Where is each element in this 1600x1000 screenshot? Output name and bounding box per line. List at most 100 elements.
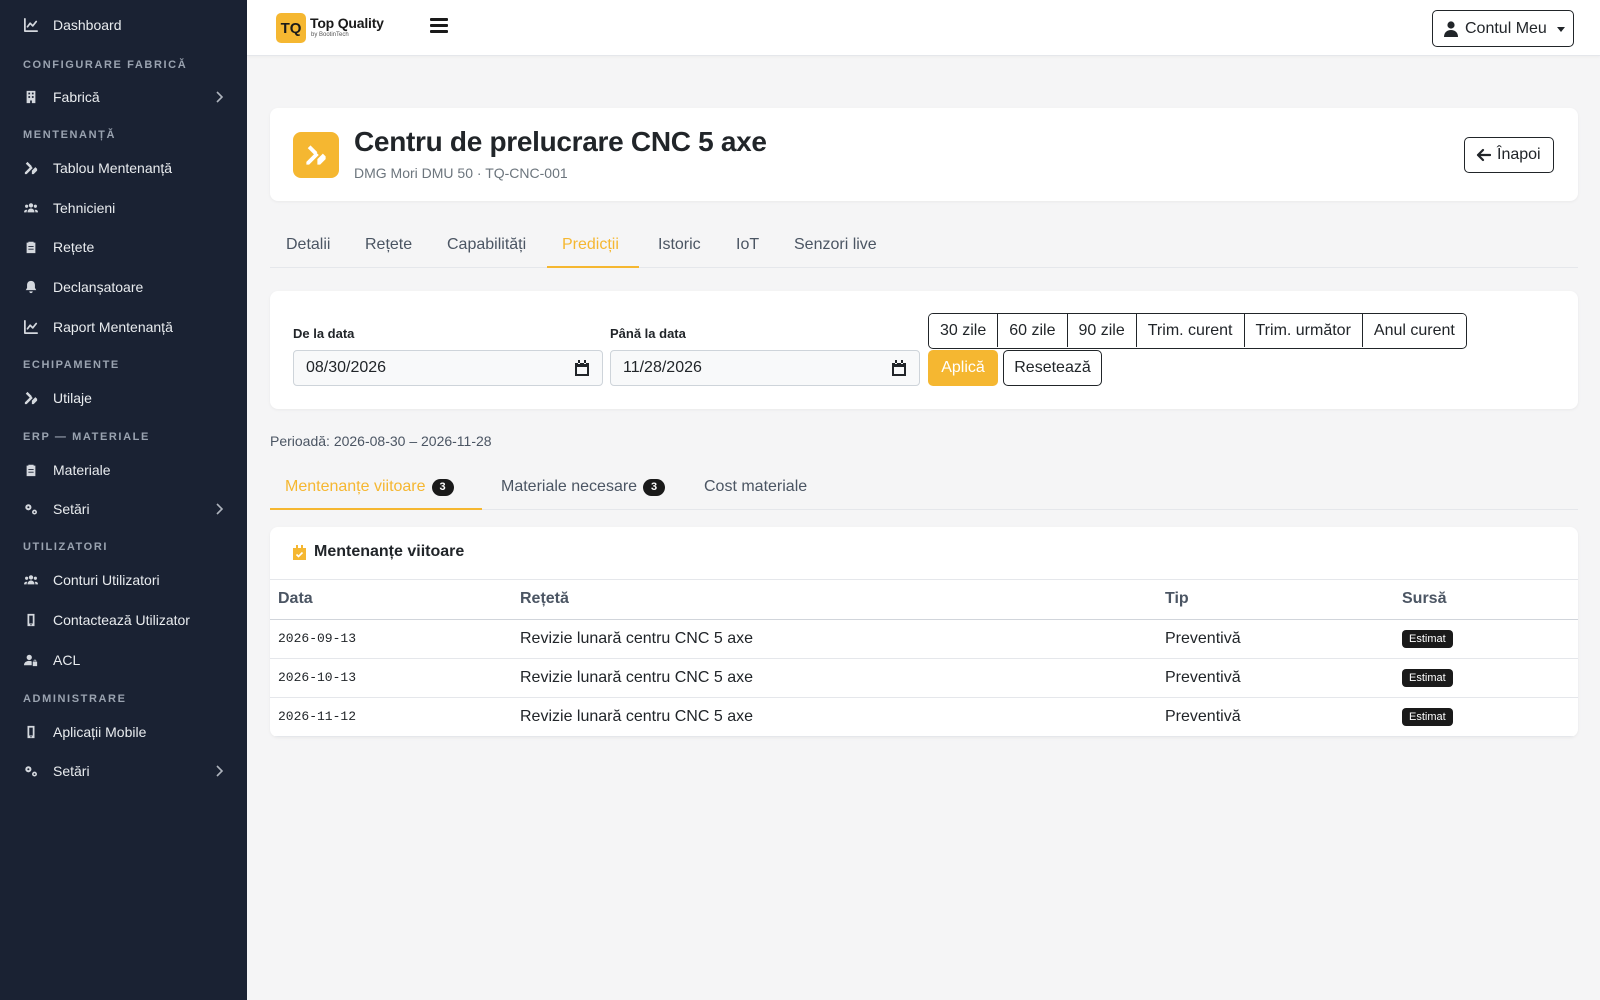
sidebar-item-erp-settings[interactable]: Setări <box>0 494 247 524</box>
cell-type: Preventivă <box>1157 619 1394 659</box>
sidebar-item-maintenance-report[interactable]: Raport Mentenanță <box>0 312 247 342</box>
upcoming-maintenance-table: Data Rețetă Tip Sursă 2026-09-13 Revizie… <box>270 580 1578 737</box>
status-badge: Estimat <box>1402 708 1453 726</box>
from-date-input[interactable]: 08/30/2026 <box>293 350 603 386</box>
to-date-input[interactable]: 11/28/2026 <box>610 350 920 386</box>
account-menu-button[interactable]: Contul Meu <box>1432 10 1574 47</box>
subtab-material-cost[interactable]: Cost materiale <box>704 468 807 510</box>
users-icon <box>23 200 39 216</box>
sidebar-section-users: Utilizatori <box>23 541 109 553</box>
sidebar-section-config: Configurare fabrică <box>23 59 188 71</box>
sidebar-item-contact-user[interactable]: Contactează Utilizator <box>0 605 247 635</box>
column-header-type[interactable]: Tip <box>1157 580 1394 620</box>
sidebar-item-recipes[interactable]: Rețete <box>0 232 247 262</box>
sidebar-item-acl[interactable]: ACL <box>0 645 247 675</box>
cell-type: Preventivă <box>1157 697 1394 737</box>
calendar-icon[interactable] <box>575 360 589 376</box>
table-row[interactable]: 2026-11-12 Revizie lunară centru CNC 5 a… <box>270 697 1578 737</box>
sidebar-section-maintenance: Mentenanță <box>23 129 116 141</box>
sidebar-item-label: Materiale <box>53 462 111 478</box>
sidebar-item-user-accounts[interactable]: Conturi Utilizatori <box>0 565 247 595</box>
tab-recipes[interactable]: Rețete <box>365 228 412 268</box>
to-date-value: 11/28/2026 <box>623 359 702 376</box>
sidebar-item-materials[interactable]: Materiale <box>0 455 247 485</box>
building-icon <box>23 89 39 105</box>
chevron-right-icon <box>214 764 226 778</box>
sidebar-item-label: Contactează Utilizator <box>53 612 190 628</box>
status-badge: Estimat <box>1402 669 1453 687</box>
users-icon <box>23 572 39 588</box>
sidebar-item-tools[interactable]: Utilaje <box>0 383 247 413</box>
page-subtitle: DMG Mori DMU 50 · TQ-CNC-001 <box>354 165 568 181</box>
cell-type: Preventivă <box>1157 658 1394 698</box>
logo-mark[interactable]: TQ <box>276 13 306 43</box>
sidebar-item-admin-settings[interactable]: Setări <box>0 756 247 786</box>
caret-down-icon <box>1557 27 1565 32</box>
to-date-label: Până la data <box>610 326 686 341</box>
calendar-icon[interactable] <box>892 360 906 376</box>
preset-range-group: 30 zile 60 zile 90 zile Trim. curent Tri… <box>928 313 1467 349</box>
from-date-value: 08/30/2026 <box>306 359 387 376</box>
tab-details[interactable]: Detalii <box>286 228 330 268</box>
back-button[interactable]: Înapoi <box>1464 137 1554 173</box>
cell-source: Estimat <box>1394 697 1578 737</box>
sidebar-item-label: Tehnicieni <box>53 200 116 216</box>
cell-date: 2026-11-12 <box>270 697 512 737</box>
cell-recipe: Revizie lunară centru CNC 5 axe <box>512 619 1157 659</box>
equipment-header-card: Centru de prelucrare CNC 5 axe DMG Mori … <box>270 108 1578 201</box>
tab-capabilities[interactable]: Capabilități <box>447 228 526 268</box>
user-icon <box>1444 21 1458 37</box>
reset-button[interactable]: Resetează <box>1003 350 1102 386</box>
sidebar-item-label: Declanșatoare <box>53 279 144 295</box>
from-date-label: De la data <box>293 326 355 341</box>
cell-recipe: Revizie lunară centru CNC 5 axe <box>512 697 1157 737</box>
column-header-date[interactable]: Data <box>270 580 512 620</box>
preset-current-quarter[interactable]: Trim. curent <box>1136 314 1245 347</box>
preset-60-days[interactable]: 60 zile <box>998 314 1068 347</box>
apply-button[interactable]: Aplică <box>928 350 998 386</box>
column-header-source[interactable]: Sursă <box>1394 580 1578 620</box>
card-title: Mentenanțe viitoare <box>314 543 465 560</box>
sidebar: Dashboard Configurare fabrică Fabrică Me… <box>0 0 247 1000</box>
subtab-required-materials[interactable]: Materiale necesare 3 <box>501 468 666 510</box>
tab-iot[interactable]: IoT <box>736 228 759 268</box>
preset-90-days[interactable]: 90 zile <box>1067 314 1137 347</box>
prediction-subtabs: Mentenanțe viitoare 3 Materiale necesare 3… <box>270 468 1578 510</box>
sidebar-item-label: Utilaje <box>53 390 92 406</box>
sidebar-item-maintenance-board[interactable]: Tablou Mentenanță <box>0 153 247 183</box>
count-badge: 3 <box>643 479 666 496</box>
mobile-icon <box>23 612 39 628</box>
sidebar-item-label: Setări <box>53 501 90 517</box>
sidebar-item-label: Rețete <box>53 239 95 255</box>
tools-icon <box>293 132 339 178</box>
column-header-recipe[interactable]: Rețetă <box>512 580 1157 620</box>
tab-predictions[interactable]: Predicții <box>547 228 639 268</box>
preset-30-days[interactable]: 30 zile <box>929 314 999 347</box>
preset-next-quarter[interactable]: Trim. următor <box>1244 314 1363 347</box>
sidebar-item-label: Aplicații Mobile <box>53 724 147 740</box>
table-row[interactable]: 2026-10-13 Revizie lunară centru CNC 5 a… <box>270 658 1578 698</box>
back-button-label: Înapoi <box>1497 146 1541 163</box>
sidebar-item-technicians[interactable]: Tehnicieni <box>0 193 247 223</box>
sidebar-item-factory[interactable]: Fabrică <box>0 82 247 112</box>
table-header-row: Data Rețetă Tip Sursă <box>270 580 1578 620</box>
sidebar-item-label: Setări <box>53 763 90 779</box>
mobile-icon <box>23 724 39 740</box>
menu-toggle-icon[interactable] <box>430 18 448 38</box>
sidebar-section-equipment: Echipamente <box>23 359 120 371</box>
preset-current-year[interactable]: Anul curent <box>1362 314 1466 347</box>
subtab-upcoming-maintenance[interactable]: Mentenanțe viitoare 3 <box>270 468 482 510</box>
date-filter-card: De la data 08/30/2026 Până la data 11/28… <box>270 291 1578 409</box>
sidebar-item-triggers[interactable]: Declanșatoare <box>0 272 247 302</box>
tab-live-sensors[interactable]: Senzori live <box>794 228 877 268</box>
table-row[interactable]: 2026-09-13 Revizie lunară centru CNC 5 a… <box>270 619 1578 659</box>
sidebar-item-dashboard[interactable]: Dashboard <box>0 10 247 40</box>
gears-icon <box>23 501 39 517</box>
tools-icon <box>23 160 39 176</box>
equipment-tabs: Detalii Rețete Capabilități Predicții Is… <box>270 228 1578 268</box>
sidebar-item-mobile-apps[interactable]: Aplicații Mobile <box>0 717 247 747</box>
tab-history[interactable]: Istoric <box>658 228 701 268</box>
chart-line-icon <box>23 319 39 335</box>
sidebar-item-label: Conturi Utilizatori <box>53 572 160 588</box>
gears-icon <box>23 763 39 779</box>
